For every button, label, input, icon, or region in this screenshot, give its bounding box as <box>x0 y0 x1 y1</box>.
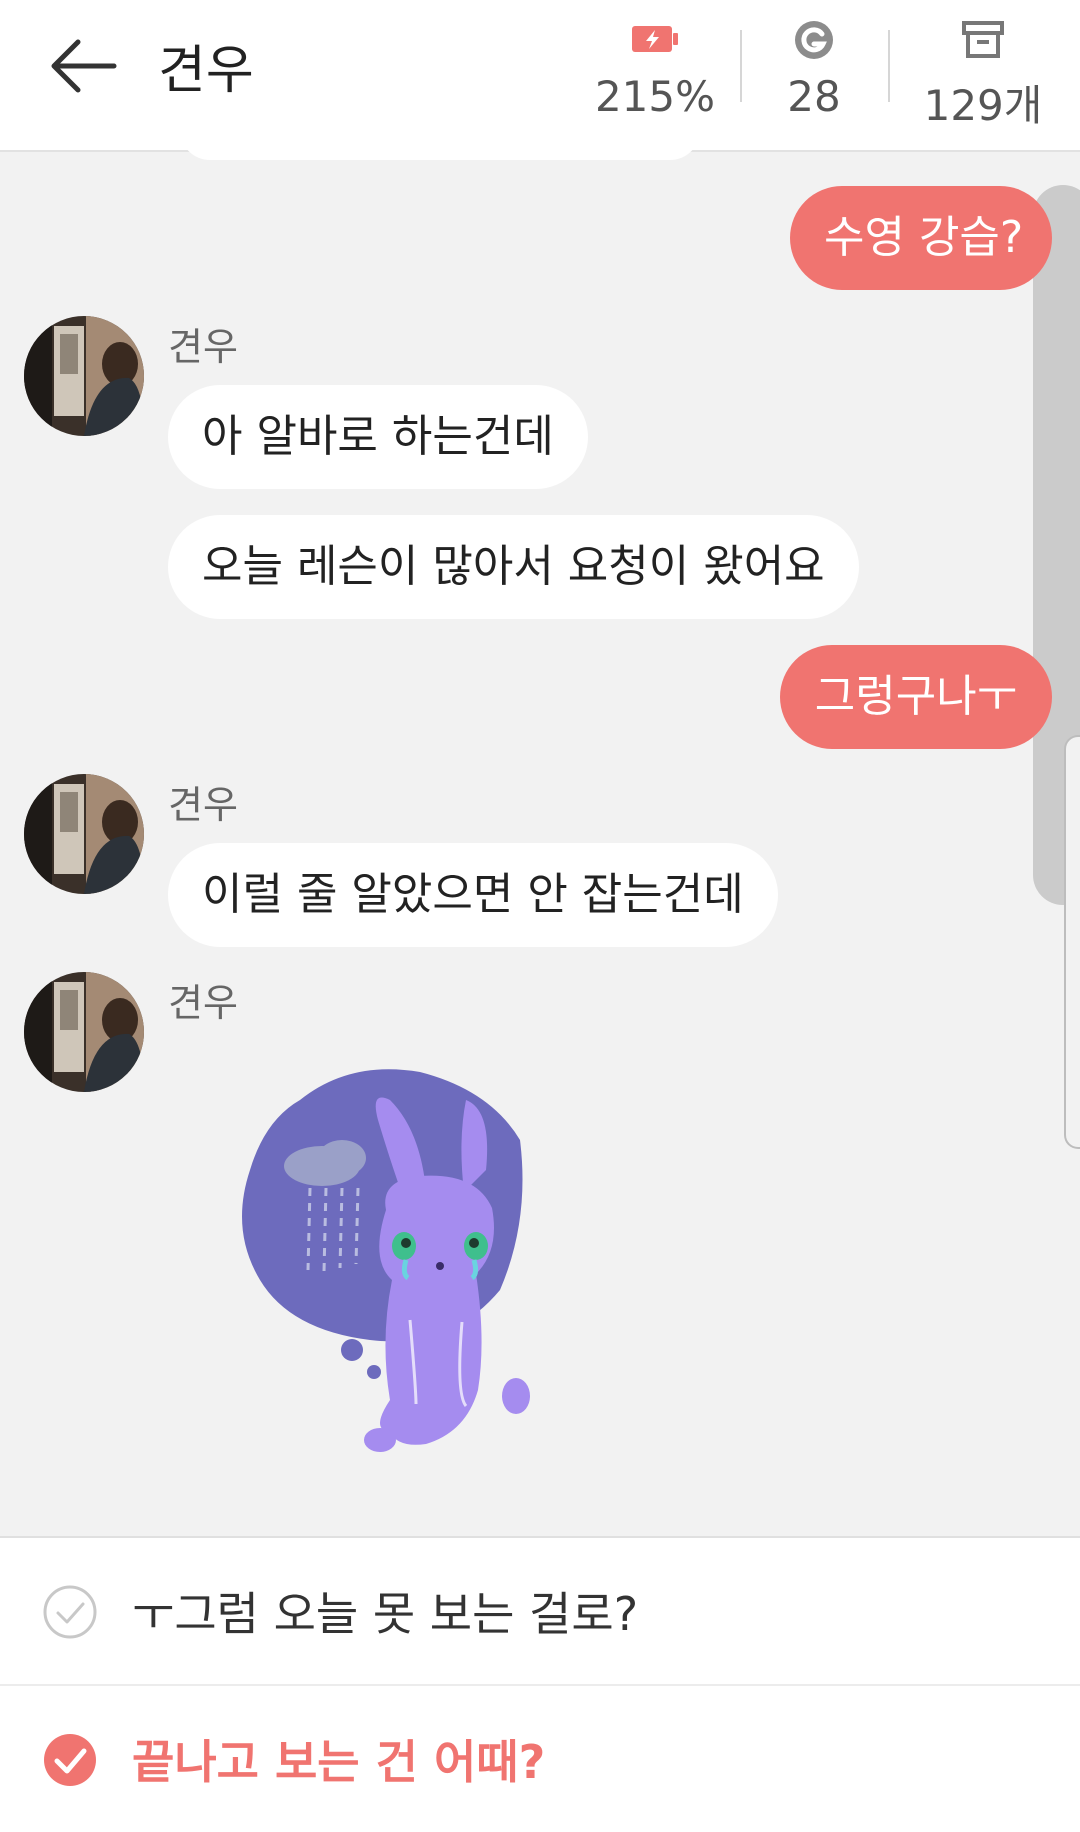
cropped-message-bubble <box>180 130 700 160</box>
their-message-bubble[interactable]: 아 알바로 하는건데 <box>168 385 588 489</box>
sender-name: 견우 <box>168 981 238 1025</box>
archive-stat[interactable]: 129개 <box>908 14 1058 130</box>
coin-stat[interactable]: 28 <box>764 14 864 124</box>
back-arrow-icon[interactable] <box>48 38 118 94</box>
battery-charging-icon <box>590 14 720 62</box>
chat-title: 견우 <box>158 41 254 101</box>
avatar[interactable] <box>24 972 144 1092</box>
their-message-bubble[interactable]: 오늘 레슨이 많아서 요청이 왔어요 <box>168 515 859 619</box>
reply-option-selected[interactable]: 끝나고 보는 건 어때? <box>0 1686 1080 1832</box>
sender-name: 견우 <box>168 325 238 369</box>
avatar[interactable] <box>24 316 144 436</box>
battery-value: 215% <box>594 72 716 121</box>
reply-option[interactable]: ㅜ그럼 오늘 못 보는 걸로? <box>0 1538 1080 1686</box>
avatar[interactable] <box>24 774 144 894</box>
unchecked-circle-icon <box>42 1584 98 1640</box>
divider <box>888 30 890 102</box>
divider <box>740 30 742 102</box>
reply-option-text: ㅜ그럼 오늘 못 보는 걸로? <box>132 1587 639 1641</box>
g-coin-icon <box>764 14 864 62</box>
reply-options: ㅜ그럼 오늘 못 보는 걸로? 끝나고 보는 건 어때? <box>0 1536 1080 1832</box>
their-message-bubble[interactable]: 이럴 줄 알았으면 안 잡는건데 <box>168 843 778 947</box>
coin-value: 28 <box>787 72 841 121</box>
checked-circle-icon <box>42 1732 98 1788</box>
battery-stat[interactable]: 215% <box>590 14 720 124</box>
reply-option-text: 끝나고 보는 건 어때? <box>132 1735 546 1789</box>
my-message-bubble[interactable]: 수영 강습? <box>790 186 1052 290</box>
archive-value: 129개 <box>923 81 1043 130</box>
sad-rabbit-sticker[interactable] <box>230 1060 550 1480</box>
sender-name: 견우 <box>168 783 238 827</box>
archive-box-icon <box>908 14 1058 62</box>
scroll-edge-handle[interactable] <box>1064 735 1080 1149</box>
my-message-bubble[interactable]: 그렁구나ㅜ <box>780 645 1052 749</box>
